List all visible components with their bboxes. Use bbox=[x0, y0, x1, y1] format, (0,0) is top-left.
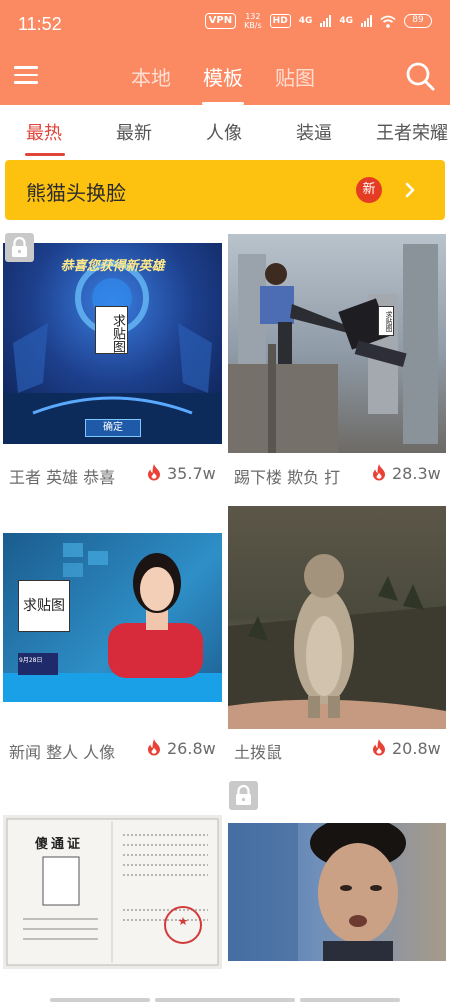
signal-icon-2 bbox=[361, 15, 372, 27]
category-show-off[interactable]: 装逼 bbox=[296, 119, 332, 145]
vpn-badge: VPN bbox=[204, 13, 237, 29]
banner-title: 熊猫头换脸 bbox=[26, 181, 126, 205]
network-speed-value: 132 bbox=[245, 12, 261, 21]
category-active-indicator bbox=[25, 153, 65, 156]
card-caption: 踢下楼 欺负 打 bbox=[234, 468, 341, 487]
certificate-title-text: 傻通证 bbox=[35, 837, 84, 852]
card-thumbnail-news[interactable]: 求贴图 9月28日 bbox=[3, 533, 222, 702]
bottom-indicator-1 bbox=[50, 998, 150, 1002]
fire-icon bbox=[148, 739, 160, 756]
tab-templates[interactable]: 模板 bbox=[202, 62, 244, 105]
hd-badge: HD bbox=[269, 14, 291, 28]
category-tabs: 最热 最新 人像 装逼 王者荣耀 bbox=[0, 105, 450, 158]
card-thumbnail-kick[interactable]: 求贴图 bbox=[228, 234, 446, 453]
wifi-icon bbox=[380, 15, 396, 28]
bottom-indicator-3 bbox=[300, 998, 400, 1002]
card-hot-count: 20.8w bbox=[392, 739, 441, 758]
sticker-placeholder: 求贴图 bbox=[95, 306, 128, 354]
category-honor-of-kings[interactable]: 王者荣耀 bbox=[376, 119, 448, 145]
fire-icon bbox=[148, 464, 160, 481]
status-time: 11:52 bbox=[18, 14, 62, 34]
card-caption: 新闻 整人 人像 bbox=[9, 743, 116, 762]
header: 11:52 VPN 132 KB/s HD 4G 4G 89 本地 模板 贴图 bbox=[0, 0, 450, 105]
marmot-scene-image bbox=[228, 554, 446, 729]
card-hot-count: 28.3w bbox=[392, 464, 441, 483]
card-thumbnail-marmot[interactable] bbox=[228, 506, 446, 729]
sticker-placeholder: 求贴图 bbox=[18, 580, 70, 632]
card-thumbnail-hero[interactable]: 恭喜您获得新英雄 求贴图 确定 bbox=[3, 243, 222, 444]
chevron-right-icon[interactable] bbox=[400, 180, 420, 200]
card-thumbnail-boy[interactable] bbox=[228, 823, 446, 961]
lock-icon bbox=[229, 781, 258, 810]
battery-icon: 89 bbox=[404, 14, 432, 28]
network-speed: 132 KB/s bbox=[244, 12, 262, 30]
menu-icon[interactable] bbox=[14, 66, 38, 86]
network-type-1: 4G bbox=[298, 16, 313, 26]
boy-scene-image bbox=[228, 823, 406, 961]
new-badge: 新 bbox=[356, 177, 382, 203]
status-bar: 11:52 VPN 132 KB/s HD 4G 4G 89 bbox=[0, 0, 450, 50]
card-thumbnail-certificate[interactable]: 傻通证 bbox=[3, 815, 222, 969]
card-hot-count: 35.7w bbox=[167, 464, 216, 483]
kick-scene-image bbox=[228, 244, 438, 453]
screen: 11:52 VPN 132 KB/s HD 4G 4G 89 本地 模板 贴图 … bbox=[0, 0, 450, 1003]
card-hot-count: 26.8w bbox=[167, 739, 216, 758]
tab-local[interactable]: 本地 bbox=[130, 62, 172, 91]
top-tabs: 本地 模板 贴图 bbox=[130, 62, 316, 105]
lock-icon bbox=[5, 233, 34, 262]
card-caption: 土拨鼠 bbox=[234, 743, 283, 762]
fire-icon bbox=[373, 739, 385, 756]
bottom-indicator-2 bbox=[155, 998, 295, 1002]
category-latest[interactable]: 最新 bbox=[116, 119, 152, 145]
network-speed-unit: KB/s bbox=[244, 21, 262, 30]
app-bar: 本地 模板 贴图 bbox=[0, 50, 450, 105]
search-icon[interactable] bbox=[404, 60, 436, 92]
category-hot[interactable]: 最热 bbox=[26, 119, 62, 145]
confirm-button-image: 确定 bbox=[85, 419, 141, 437]
fire-icon bbox=[373, 464, 385, 481]
card-caption: 王者 英雄 恭喜 bbox=[9, 468, 116, 487]
status-icons: VPN 132 KB/s HD 4G 4G 89 bbox=[204, 12, 432, 30]
news-date-text: 9月28日 bbox=[19, 657, 43, 664]
signal-icon bbox=[320, 15, 332, 27]
network-type-2: 4G bbox=[339, 16, 353, 26]
hero-title-text: 恭喜您获得新英雄 bbox=[60, 259, 165, 274]
sticker-placeholder: 求贴图 bbox=[378, 306, 394, 336]
category-portrait[interactable]: 人像 bbox=[206, 119, 242, 145]
tab-stickers[interactable]: 贴图 bbox=[274, 62, 316, 91]
